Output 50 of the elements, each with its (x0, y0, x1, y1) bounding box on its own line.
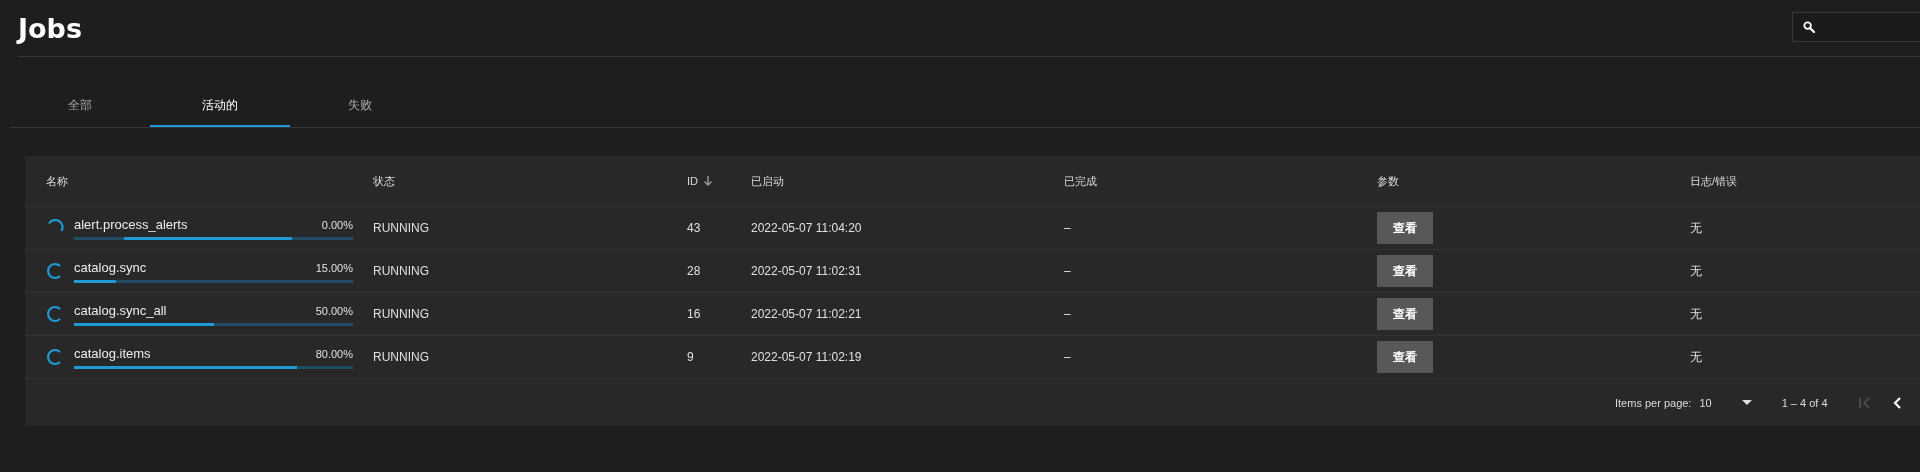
job-name: catalog.sync (74, 259, 147, 275)
view-button[interactable]: 查看 (1377, 255, 1433, 287)
view-button[interactable]: 查看 (1377, 298, 1433, 330)
log-text: 无 (1690, 220, 1702, 235)
job-id: 28 (687, 264, 701, 278)
progress-percent: 80.00% (315, 347, 353, 360)
column-header[interactable]: 状态 (373, 173, 395, 189)
job-name: catalog.items (74, 345, 151, 361)
log-text: 无 (1690, 263, 1702, 278)
progress-percent: 50.00% (315, 304, 353, 317)
start-time: 2022-05-07 11:04:20 (751, 221, 862, 235)
progress-percent: 0.00% (321, 218, 353, 231)
finish-time: – (1064, 350, 1071, 364)
first-page-icon (1857, 396, 1872, 410)
finish-time: – (1064, 307, 1071, 321)
start-time: 2022-05-07 11:02:31 (751, 264, 862, 278)
tab[interactable]: 失败 (290, 85, 430, 127)
column-header[interactable]: 名称 (46, 173, 68, 189)
job-id: 9 (687, 350, 694, 364)
job-name: catalog.sync_all (74, 302, 167, 318)
job-id: 16 (687, 307, 701, 321)
page-range: 1 – 4 of 4 (1781, 397, 1828, 409)
log-text: 无 (1690, 349, 1702, 364)
caret-icon (1741, 400, 1752, 406)
job-name: alert.process_alerts (74, 216, 188, 232)
items-per-page-label: Items per page: (1615, 397, 1692, 409)
search-icon (1803, 21, 1815, 33)
page-title: Jobs (18, 12, 82, 44)
finish-time: – (1064, 264, 1071, 278)
column-header[interactable]: 已完成 (1064, 173, 1097, 189)
view-button[interactable]: 查看 (1377, 341, 1433, 373)
tab[interactable]: 活动的 (150, 85, 290, 127)
view-button[interactable]: 查看 (1377, 212, 1433, 244)
status-text: RUNNING (373, 307, 429, 321)
start-time: 2022-05-07 11:02:19 (751, 350, 862, 364)
start-time: 2022-05-07 11:02:21 (751, 307, 862, 321)
column-header[interactable]: 参数 (1377, 173, 1399, 189)
job-id: 43 (687, 221, 701, 235)
status-text: RUNNING (373, 264, 429, 278)
tab[interactable]: 全部 (10, 85, 150, 127)
status-text: RUNNING (373, 221, 429, 235)
search-field[interactable] (1792, 12, 1920, 42)
log-text: 无 (1690, 306, 1702, 321)
finish-time: – (1064, 221, 1071, 235)
progress-percent: 15.00% (315, 261, 353, 274)
status-text: RUNNING (373, 350, 429, 364)
column-header[interactable]: 已启动 (751, 173, 784, 189)
column-header[interactable]: ID (687, 175, 698, 187)
page-size-select[interactable]: 10 (1699, 397, 1752, 409)
column-header[interactable]: 日志/错误 (1690, 173, 1738, 189)
